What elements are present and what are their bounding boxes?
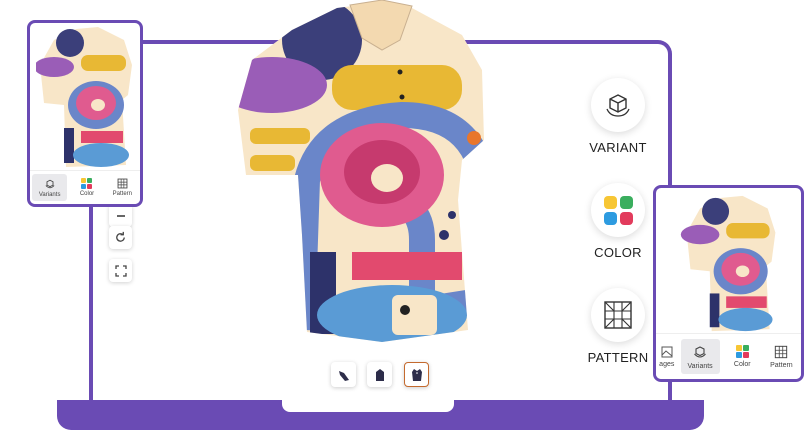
right-card-tab-label: Variants <box>687 362 713 370</box>
left-card-tabbar: Variants Color Pattern <box>30 170 140 204</box>
left-card-tab-label: Pattern <box>112 191 132 197</box>
right-card-tab-variants[interactable]: Variants <box>680 339 720 374</box>
rotate-button[interactable] <box>109 226 132 249</box>
color-label: COLOR <box>594 245 642 260</box>
color-swatches-icon <box>603 195 633 225</box>
left-card-tab-color[interactable]: Color <box>69 171 104 204</box>
cube-rotate-icon <box>606 94 630 117</box>
view-side-thumb[interactable] <box>331 362 356 387</box>
pattern-grid-icon <box>775 345 788 358</box>
right-card-tab-pattern[interactable]: Pattern <box>762 334 801 379</box>
right-card-tab-color[interactable]: Color <box>723 334 762 379</box>
left-card-tab-label: Variants <box>38 191 61 198</box>
variant-label: VARIANT <box>589 140 647 155</box>
image-icon <box>661 346 673 357</box>
right-card-tabbar: ages Variants Color Pattern <box>656 333 801 379</box>
color-swatches-icon <box>81 178 93 189</box>
rotate-icon <box>116 231 125 242</box>
shirt-front-icon <box>411 368 422 381</box>
zoom-button[interactable] <box>109 204 132 227</box>
left-preview-card: Variants Color Pattern <box>27 20 143 207</box>
cube-rotate-icon <box>694 345 707 358</box>
right-preview-card: ages Variants Color Pattern <box>653 185 804 382</box>
cube-rotate-icon <box>45 179 55 188</box>
laptop-notch <box>282 400 454 412</box>
color-button[interactable] <box>591 183 645 237</box>
color-swatches-icon <box>735 345 749 358</box>
pattern-grid-icon <box>604 301 632 329</box>
pattern-label: PATTERN <box>587 350 649 365</box>
variant-button[interactable] <box>591 78 645 132</box>
zoom-icon <box>116 214 125 217</box>
shirt-side-icon <box>338 370 349 381</box>
pattern-button[interactable] <box>591 288 645 342</box>
view-back-thumb[interactable] <box>367 362 392 387</box>
card-shirt-thumbnail <box>36 27 132 167</box>
shirt-back-icon <box>375 368 384 381</box>
card-shirt-thumbnail <box>680 195 776 332</box>
view-front-thumb[interactable] <box>404 362 429 387</box>
right-card-tab-label: Color <box>733 361 751 368</box>
pattern-grid-icon <box>117 178 128 189</box>
fullscreen-icon <box>114 264 127 277</box>
right-card-tab-label: ages <box>659 360 675 368</box>
right-card-tab-label: Pattern <box>770 361 793 369</box>
left-card-tab-pattern[interactable]: Pattern <box>105 171 140 204</box>
left-card-tab-label: Color <box>79 191 95 197</box>
left-card-tab-variants[interactable]: Variants <box>32 174 68 201</box>
shirt-preview <box>238 0 484 342</box>
fullscreen-button[interactable] <box>109 259 132 282</box>
right-card-tab-images[interactable]: ages <box>656 334 678 379</box>
